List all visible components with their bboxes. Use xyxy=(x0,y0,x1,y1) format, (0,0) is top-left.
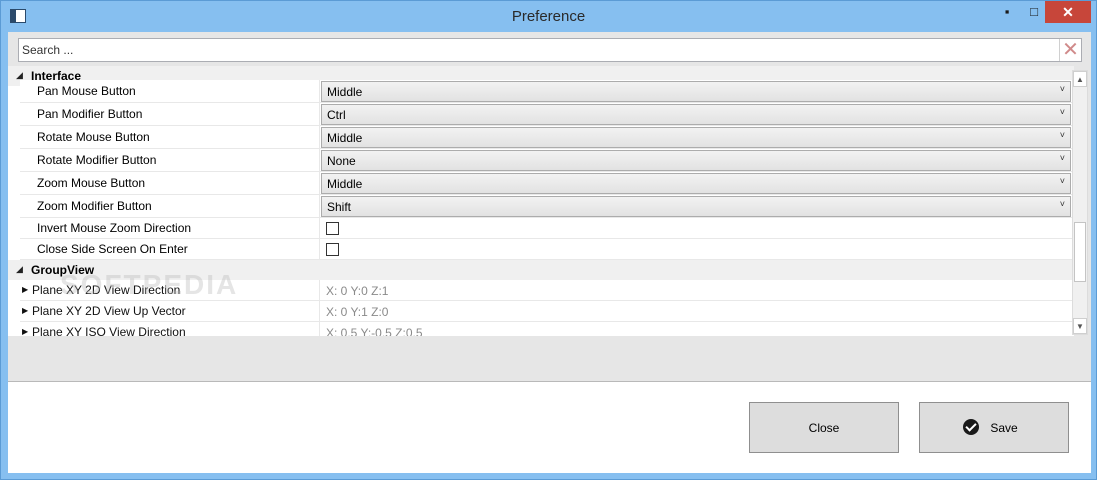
property-label: Pan Modifier Button xyxy=(37,107,143,121)
property-row: Rotate Mouse Button Middle ˅ xyxy=(20,126,1074,149)
chevron-down-icon: ˅ xyxy=(1059,107,1065,117)
zoom-modifier-button-dropdown[interactable]: Shift ˅ xyxy=(321,196,1071,217)
client-area: ✕ ◢ Interface Pan Mouse Button Middle ˅ … xyxy=(8,32,1091,473)
property-panel: ✕ ◢ Interface Pan Mouse Button Middle ˅ … xyxy=(8,32,1091,382)
window-title: Preference xyxy=(511,8,586,25)
close-button[interactable]: Close xyxy=(749,402,899,453)
property-row: Invert Mouse Zoom Direction xyxy=(20,218,1074,239)
dropdown-value: Middle xyxy=(327,131,363,145)
property-row[interactable]: ▶ Plane XY 2D View Up Vector X: 0 Y:1 Z:… xyxy=(20,301,1074,322)
property-label: Close Side Screen On Enter xyxy=(37,242,188,256)
property-value: X: 0 Y:0 Z:1 xyxy=(326,284,389,298)
chevron-down-icon: ˅ xyxy=(1059,176,1065,186)
property-row: Pan Mouse Button Middle ˅ xyxy=(20,80,1074,103)
minimize-button[interactable]: ▪ xyxy=(993,1,1021,23)
property-label: Plane XY ISO View Direction xyxy=(32,325,186,336)
pan-mouse-button-dropdown[interactable]: Middle ˅ xyxy=(321,81,1071,102)
property-label: Zoom Modifier Button xyxy=(37,199,152,213)
save-button[interactable]: Save xyxy=(919,402,1069,453)
scroll-thumb[interactable] xyxy=(1074,222,1086,282)
close-side-screen-checkbox[interactable] xyxy=(326,243,339,256)
expand-icon[interactable]: ▶ xyxy=(22,327,28,336)
property-row[interactable]: ▶ Plane XY ISO View Direction X: 0.5 Y:-… xyxy=(20,322,1074,336)
dropdown-value: Middle xyxy=(327,85,363,99)
property-label: Zoom Mouse Button xyxy=(37,176,146,190)
chevron-down-icon: ˅ xyxy=(1059,130,1065,140)
property-label: Rotate Mouse Button xyxy=(37,130,150,144)
rotate-modifier-button-dropdown[interactable]: None ˅ xyxy=(321,150,1071,171)
property-label: Invert Mouse Zoom Direction xyxy=(37,221,192,235)
property-row: Close Side Screen On Enter xyxy=(20,239,1074,260)
dropdown-value: Middle xyxy=(327,177,363,191)
property-label: Rotate Modifier Button xyxy=(37,153,157,167)
pan-modifier-button-dropdown[interactable]: Ctrl ˅ xyxy=(321,104,1071,125)
close-button-label: Close xyxy=(808,421,840,435)
window-close-button[interactable]: ✕ xyxy=(1045,1,1091,23)
collapse-icon[interactable]: ◢ xyxy=(16,264,23,275)
chevron-down-icon: ˅ xyxy=(1059,199,1065,209)
scroll-down-icon[interactable]: ▼ xyxy=(1073,318,1087,334)
rotate-mouse-button-dropdown[interactable]: Middle ˅ xyxy=(321,127,1071,148)
maximize-button[interactable]: □ xyxy=(1020,1,1048,23)
zoom-mouse-button-dropdown[interactable]: Middle ˅ xyxy=(321,173,1071,194)
save-button-label: Save xyxy=(990,421,1018,435)
dropdown-value: None xyxy=(327,154,356,168)
expand-icon[interactable]: ▶ xyxy=(22,285,28,294)
preference-window: Preference ▪ □ ✕ ✕ ◢ Interface Pan Mouse… xyxy=(0,0,1097,480)
invert-mouse-zoom-checkbox[interactable] xyxy=(326,222,339,235)
watermark: SOFTPEDIA xyxy=(60,269,239,300)
search-input[interactable] xyxy=(22,41,1052,59)
property-value: X: 0.5 Y:-0.5 Z:0.5 xyxy=(326,326,423,336)
property-row: Pan Modifier Button Ctrl ˅ xyxy=(20,103,1074,126)
dropdown-value: Ctrl xyxy=(327,108,346,122)
chevron-down-icon: ˅ xyxy=(1059,153,1065,163)
dropdown-value: Shift xyxy=(327,200,352,214)
scroll-up-icon[interactable]: ▲ xyxy=(1073,71,1087,87)
clear-search-icon[interactable]: ✕ xyxy=(1059,39,1081,61)
vertical-scrollbar[interactable]: ▲ ▼ xyxy=(1072,70,1088,335)
expand-icon[interactable]: ▶ xyxy=(22,306,28,315)
title-bar: Preference ▪ □ ✕ xyxy=(1,1,1096,32)
search-box: ✕ xyxy=(18,38,1082,62)
property-label: Pan Mouse Button xyxy=(37,84,136,98)
property-row: Rotate Modifier Button None ˅ xyxy=(20,149,1074,172)
property-row: Zoom Modifier Button Shift ˅ xyxy=(20,195,1074,218)
property-value: X: 0 Y:1 Z:0 xyxy=(326,305,389,319)
property-label: Plane XY 2D View Up Vector xyxy=(32,304,186,318)
property-row: Zoom Mouse Button Middle ˅ xyxy=(20,172,1074,195)
chevron-down-icon: ˅ xyxy=(1059,84,1065,94)
